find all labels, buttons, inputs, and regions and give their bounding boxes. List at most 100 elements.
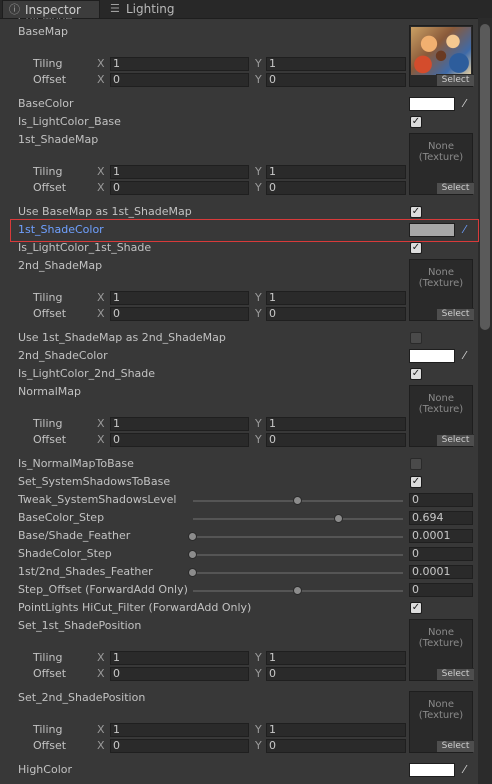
- tab-bar: ⓘ Inspector ☰ Lighting: [0, 0, 492, 19]
- select-texture-button[interactable]: Select: [436, 308, 474, 320]
- vertical-scrollbar[interactable]: [478, 18, 492, 784]
- offset-y-field[interactable]: 0: [266, 667, 406, 681]
- tab-inspector[interactable]: ⓘ Inspector: [2, 0, 100, 18]
- texture-type-label: (Texture): [418, 638, 464, 649]
- slider-value-step-offset[interactable]: 0: [409, 583, 473, 597]
- offset-x-field[interactable]: 0: [110, 181, 249, 195]
- color-swatch-highcolor[interactable]: [409, 763, 455, 777]
- select-texture-button[interactable]: Select: [436, 668, 474, 680]
- checkbox-pointlights-hicut[interactable]: ✓: [410, 602, 422, 614]
- axis-x-label: X: [97, 667, 105, 680]
- axis-y-label: Y: [255, 291, 262, 304]
- texture-none-label: None: [427, 699, 455, 710]
- tiling-y-field[interactable]: 1: [266, 417, 406, 431]
- offset-x-field[interactable]: 0: [110, 433, 249, 447]
- tiling-y-field[interactable]: 1: [266, 165, 406, 179]
- eyedropper-icon[interactable]: ⁄: [458, 97, 471, 111]
- tiling-x-field[interactable]: 1: [110, 723, 249, 737]
- label-set-systemshadows: Set_SystemShadowsToBase: [18, 475, 171, 488]
- tiling-x-field[interactable]: 1: [110, 651, 249, 665]
- tiling-x-field[interactable]: 1: [110, 165, 249, 179]
- axis-x-label: X: [97, 433, 105, 446]
- offset-x-field[interactable]: 0: [110, 739, 249, 753]
- checkbox-use-1st-as-2nd[interactable]: [410, 332, 422, 344]
- slider-knob-basecolor-step[interactable]: [334, 514, 343, 523]
- scrollbar-thumb[interactable]: [480, 24, 490, 330]
- offset-label: Offset: [33, 181, 67, 194]
- slider-track-base-shade-feather[interactable]: [193, 536, 403, 538]
- select-texture-button[interactable]: Select: [436, 434, 474, 446]
- normalmap-texture-slot[interactable]: None (Texture) Select: [409, 385, 474, 447]
- checkbox-is-lightcolor-1st[interactable]: ✓: [410, 242, 422, 254]
- shademap-2nd-texture-slot[interactable]: None (Texture) Select: [409, 259, 474, 321]
- label-set-1st-shadeposition: Set_1st_ShadePosition: [18, 619, 142, 632]
- texture-none-label: None: [427, 141, 455, 152]
- select-texture-button[interactable]: Select: [436, 182, 474, 194]
- basemap-texture-slot[interactable]: Select: [409, 25, 474, 87]
- color-swatch-basecolor[interactable]: [409, 97, 455, 111]
- offset-label: Offset: [33, 307, 67, 320]
- axis-x-label: X: [97, 291, 105, 304]
- axis-x-label: X: [97, 307, 105, 320]
- label-shademap-2nd: 2nd_ShadeMap: [18, 259, 103, 272]
- selection-highlight-box: [10, 219, 479, 242]
- tiling-x-field[interactable]: 1: [110, 291, 249, 305]
- select-texture-button[interactable]: Select: [436, 740, 474, 752]
- label-is-lightcolor-base: Is_LightColor_Base: [18, 115, 121, 128]
- shademap-1st-texture-slot[interactable]: None (Texture) Select: [409, 133, 474, 195]
- set-1st-shadeposition-texture-slot[interactable]: None (Texture) Select: [409, 619, 474, 681]
- axis-y-label: Y: [255, 667, 262, 680]
- tiling-y-field[interactable]: 1: [266, 57, 406, 71]
- slider-value-basecolor-step[interactable]: 0.694: [409, 511, 473, 525]
- slider-track-shades-feather[interactable]: [193, 572, 403, 574]
- tiling-y-field[interactable]: 1: [266, 291, 406, 305]
- offset-x-field[interactable]: 0: [110, 307, 249, 321]
- texture-none-label: None: [427, 267, 455, 278]
- label-basemap: BaseMap: [18, 25, 68, 38]
- texture-none-label: None: [427, 627, 455, 638]
- slider-knob-step-offset[interactable]: [293, 586, 302, 595]
- checkbox-is-lightcolor-2nd[interactable]: ✓: [410, 368, 422, 380]
- axis-x-label: X: [97, 651, 105, 664]
- label-basecolor-step: BaseColor_Step: [18, 511, 105, 524]
- slider-knob-base-shade-feather[interactable]: [188, 532, 197, 541]
- slider-knob-shades-feather[interactable]: [188, 568, 197, 577]
- slider-value-base-shade-feather[interactable]: 0.0001: [409, 529, 473, 543]
- set-2nd-shadeposition-texture-slot[interactable]: None (Texture) Select: [409, 691, 474, 753]
- slider-value-shades-feather[interactable]: 0.0001: [409, 565, 473, 579]
- slider-value-tweak-systemshadows[interactable]: 0: [409, 493, 473, 507]
- axis-y-label: Y: [255, 73, 262, 86]
- tiling-x-field[interactable]: 1: [110, 57, 249, 71]
- tiling-x-field[interactable]: 1: [110, 417, 249, 431]
- tab-lighting[interactable]: ☰ Lighting: [104, 0, 184, 18]
- offset-x-field[interactable]: 0: [110, 73, 249, 87]
- texture-type-label: (Texture): [418, 710, 464, 721]
- texture-none-label: None: [427, 393, 455, 404]
- slider-knob-tweak-systemshadows[interactable]: [293, 496, 302, 505]
- slider-track-shadecolor-step[interactable]: [193, 554, 403, 556]
- offset-y-field[interactable]: 0: [266, 307, 406, 321]
- offset-x-field[interactable]: 0: [110, 667, 249, 681]
- checkbox-set-systemshadows[interactable]: ✓: [410, 476, 422, 488]
- tiling-label: Tiling: [33, 651, 63, 664]
- tiling-y-field[interactable]: 1: [266, 723, 406, 737]
- checkbox-use-basemap-as-1st[interactable]: ✓: [410, 206, 422, 218]
- checkbox-is-normalmap-to-base[interactable]: [410, 458, 422, 470]
- tiling-label: Tiling: [33, 165, 63, 178]
- offset-y-field[interactable]: 0: [266, 739, 406, 753]
- offset-y-field[interactable]: 0: [266, 181, 406, 195]
- tiling-y-field[interactable]: 1: [266, 651, 406, 665]
- checkbox-is-lightcolor-base[interactable]: ✓: [410, 116, 422, 128]
- slider-knob-shadecolor-step[interactable]: [188, 550, 197, 559]
- offset-y-field[interactable]: 0: [266, 73, 406, 87]
- eyedropper-icon[interactable]: ⁄: [458, 349, 471, 363]
- color-swatch-shadecolor-2nd[interactable]: [409, 349, 455, 363]
- offset-y-field[interactable]: 0: [266, 433, 406, 447]
- slider-value-shadecolor-step[interactable]: 0: [409, 547, 473, 561]
- eyedropper-icon[interactable]: ⁄: [458, 763, 471, 777]
- label-shadecolor-step: ShadeColor_Step: [18, 547, 112, 560]
- slider-track-basecolor-step[interactable]: [193, 518, 403, 520]
- tiling-label: Tiling: [33, 723, 63, 736]
- offset-label: Offset: [33, 433, 67, 446]
- select-texture-button[interactable]: Select: [436, 74, 474, 86]
